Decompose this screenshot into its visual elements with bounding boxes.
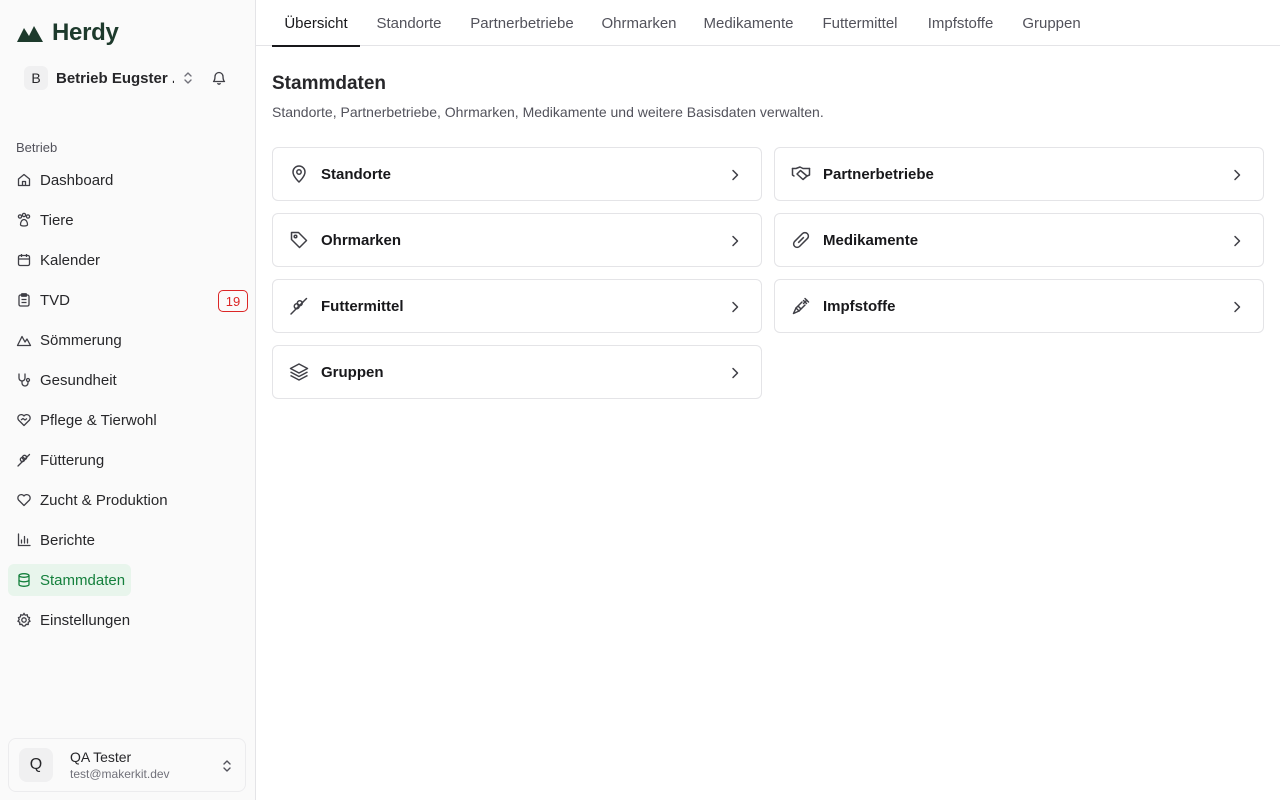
tab-bar: Übersicht Standorte Partnerbetriebe Ohrm…: [256, 0, 1280, 47]
sidebar-item-tiere[interactable]: Tiere: [8, 200, 248, 240]
brand-name: Herdy: [52, 19, 119, 46]
sidebar-item-label: Dashboard: [40, 171, 114, 189]
sidebar-item-label: TVD: [40, 291, 70, 309]
syringe-icon: [791, 296, 811, 316]
chevron-right-icon: [1234, 235, 1241, 247]
chevron-right-icon: [1234, 301, 1241, 313]
page-title: Stammdaten: [272, 73, 387, 94]
layers-icon: [289, 362, 309, 382]
database-icon: [16, 572, 32, 588]
chevrons-up-down-icon: [223, 760, 231, 772]
paw-icon: [16, 212, 32, 228]
handshake-icon: [791, 164, 811, 184]
chevron-right-icon: [732, 301, 739, 313]
sidebar-item-einstellungen[interactable]: Einstellungen: [8, 600, 248, 640]
tab-partnerbetriebe[interactable]: Partnerbetriebe: [470, 0, 574, 46]
sidebar-item-fuetterung[interactable]: Fütterung: [8, 440, 248, 480]
card-futtermittel[interactable]: Futtermittel: [272, 279, 762, 333]
sidebar-item-soemmerung[interactable]: Sömmerung: [8, 320, 248, 360]
sidebar-item-label: Zucht & Produktion: [40, 491, 168, 509]
workspace-switcher[interactable]: B Betrieb Eugster ...: [16, 62, 240, 94]
page-subtitle: Standorte, Partnerbetriebe, Ohrmarken, M…: [272, 104, 824, 120]
tab-gruppen[interactable]: Gruppen: [1022, 0, 1080, 46]
card-medikamente[interactable]: Medikamente: [774, 213, 1264, 267]
mountain-icon: [16, 332, 32, 348]
gear-icon: [16, 612, 32, 628]
chevron-right-icon: [732, 367, 739, 379]
card-partnerbetriebe[interactable]: Partnerbetriebe: [774, 147, 1264, 201]
card-label: Ohrmarken: [321, 231, 402, 249]
user-menu[interactable]: Q QA Tester test@makerkit.dev: [8, 738, 246, 792]
chevron-right-icon: [1234, 169, 1241, 181]
sidebar-item-label: Sömmerung: [40, 331, 122, 349]
home-icon: [16, 172, 32, 188]
sidebar: Herdy B Betrieb Eugster ... Betrieb Dash…: [0, 0, 256, 800]
tab-medikamente[interactable]: Medikamente: [703, 0, 793, 46]
bar-chart-icon: [16, 532, 32, 548]
wheat-icon: [289, 296, 309, 316]
card-ohrmarken[interactable]: Ohrmarken: [272, 213, 762, 267]
tab-standorte[interactable]: Standorte: [376, 0, 442, 46]
sidebar-item-label: Einstellungen: [40, 611, 131, 629]
sidebar-item-label: Kalender: [40, 251, 101, 269]
chevron-right-icon: [732, 235, 739, 247]
tab-uebersicht[interactable]: Übersicht: [272, 0, 360, 47]
sidebar-item-label: Gesundheit: [40, 371, 117, 389]
tvd-count-badge: 19: [218, 290, 248, 312]
sidebar-item-stammdaten[interactable]: Stammdaten: [8, 564, 131, 596]
map-pin-icon: [289, 164, 309, 184]
user-avatar: Q: [19, 748, 53, 782]
sidebar-item-kalender[interactable]: Kalender: [8, 240, 248, 280]
nav-section-label: Betrieb: [16, 140, 58, 155]
calendar-icon: [16, 252, 32, 268]
card-gruppen[interactable]: Gruppen: [272, 345, 762, 399]
card-label: Medikamente: [823, 231, 919, 249]
chevron-right-icon: [732, 169, 739, 181]
sidebar-item-label: Pflege & Tierwohl: [40, 411, 157, 429]
pill-icon: [791, 230, 811, 250]
sidebar-item-berichte[interactable]: Berichte: [8, 520, 248, 560]
sidebar-item-label: Stammdaten: [40, 571, 126, 589]
sidebar-item-tvd[interactable]: TVD 19: [8, 280, 248, 320]
sidebar-item-label: Berichte: [40, 531, 96, 549]
workspace-name: Betrieb Eugster ...: [56, 69, 174, 87]
card-label: Gruppen: [321, 363, 384, 381]
sidebar-item-gesundheit[interactable]: Gesundheit: [8, 360, 248, 400]
sidebar-item-pflege-tierwohl[interactable]: Pflege & Tierwohl: [8, 400, 248, 440]
bell-icon[interactable]: [211, 70, 227, 86]
workspace-avatar: B: [24, 66, 48, 90]
sidebar-item-label: Tiere: [40, 211, 74, 229]
heart-handshake-icon: [16, 412, 32, 428]
card-label: Partnerbetriebe: [823, 165, 934, 183]
user-name: QA Tester: [70, 749, 132, 765]
brand-logo[interactable]: Herdy: [16, 19, 119, 47]
card-standorte[interactable]: Standorte: [272, 147, 762, 201]
card-label: Impfstoffe: [823, 297, 896, 315]
stethoscope-icon: [16, 372, 32, 388]
heart-icon: [16, 492, 32, 508]
tag-icon: [289, 230, 309, 250]
tab-impfstoffe[interactable]: Impfstoffe: [926, 0, 995, 46]
sidebar-item-zucht-produktion[interactable]: Zucht & Produktion: [8, 480, 248, 520]
clipboard-icon: [16, 292, 32, 308]
wheat-icon: [16, 452, 32, 468]
user-info: QA Tester test@makerkit.dev: [70, 748, 170, 782]
user-email: test@makerkit.dev: [70, 767, 170, 781]
card-impfstoffe[interactable]: Impfstoffe: [774, 279, 1264, 333]
tab-ohrmarken[interactable]: Ohrmarken: [601, 0, 676, 46]
card-label: Standorte: [321, 165, 392, 183]
tab-futtermittel[interactable]: Futtermittel: [821, 0, 899, 46]
herdy-logo-icon: [17, 26, 43, 42]
sidebar-item-dashboard[interactable]: Dashboard: [8, 160, 248, 200]
sidebar-item-label: Fütterung: [40, 451, 105, 469]
card-label: Futtermittel: [321, 297, 404, 315]
sidebar-nav: Dashboard Tiere Kalender TVD 19 Sömmerun…: [8, 160, 248, 640]
chevrons-up-down-icon: [184, 72, 192, 84]
